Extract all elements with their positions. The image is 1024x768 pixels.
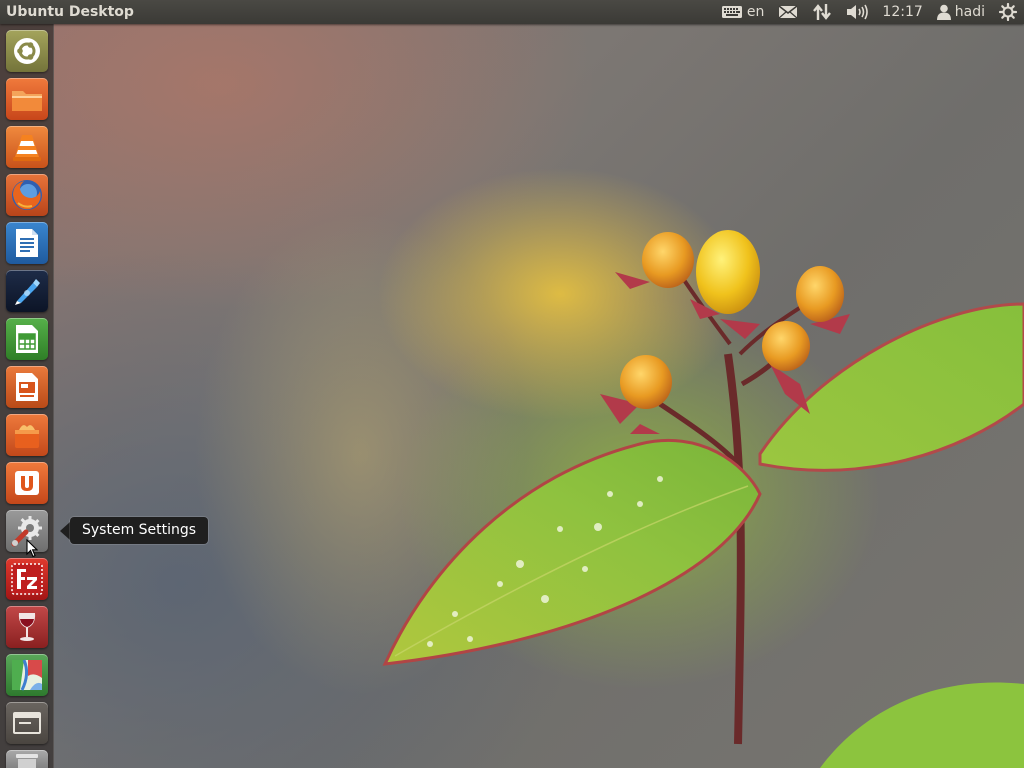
map-icon <box>10 658 44 692</box>
writer-document-icon <box>13 227 41 259</box>
filezilla-icon <box>10 562 44 596</box>
power-gear-icon <box>999 3 1017 21</box>
user-name: hadi <box>954 4 985 20</box>
launcher-filezilla[interactable] <box>6 558 48 600</box>
top-panel: Ubuntu Desktop en 12:17 hadi <box>0 0 1024 24</box>
trash-icon <box>14 752 40 768</box>
clock-time: 12:17 <box>882 4 923 20</box>
launcher-libreoffice-calc[interactable] <box>6 318 48 360</box>
folder-icon <box>10 85 44 113</box>
desktop-wallpaper <box>0 24 1024 768</box>
launcher-files[interactable] <box>6 78 48 120</box>
messaging-indicator[interactable] <box>771 0 805 24</box>
blue-pen-icon <box>11 275 43 307</box>
workspace-icon <box>12 711 42 735</box>
sound-indicator[interactable] <box>839 0 875 24</box>
software-center-icon <box>12 468 42 498</box>
orange-box-icon <box>11 419 43 451</box>
vlc-cone-icon <box>12 131 42 163</box>
calc-spreadsheet-icon <box>13 323 41 355</box>
launcher-libreoffice-writer[interactable] <box>6 222 48 264</box>
tooltip-arrow <box>60 521 70 540</box>
user-indicator[interactable]: hadi <box>930 0 992 24</box>
speaker-volume-icon <box>846 4 869 20</box>
launcher-ubuntu-software-center[interactable] <box>6 462 48 504</box>
session-indicator[interactable] <box>992 0 1024 24</box>
mouse-pointer-icon <box>26 538 39 563</box>
launcher-libreoffice-impress[interactable] <box>6 366 48 408</box>
impress-presentation-icon <box>13 371 41 403</box>
launcher-vlc[interactable] <box>6 126 48 168</box>
user-icon <box>936 4 951 20</box>
ubuntu-logo-icon <box>12 36 42 66</box>
flower-branch-photo <box>382 230 1024 768</box>
unity-launcher <box>0 24 54 768</box>
envelope-icon <box>778 5 798 19</box>
launcher-dash-home[interactable] <box>6 30 48 72</box>
keyboard-layout-label: en <box>746 4 765 20</box>
launcher-trash[interactable] <box>6 750 48 768</box>
indicator-area: en 12:17 hadi <box>714 0 1024 24</box>
launcher-firefox[interactable] <box>6 174 48 216</box>
launcher-maps-app[interactable] <box>6 654 48 696</box>
keyboard-indicator[interactable]: en <box>714 0 772 24</box>
network-indicator[interactable] <box>805 0 839 24</box>
launcher-tooltip: System Settings <box>60 517 209 544</box>
launcher-workspace-switcher[interactable] <box>6 702 48 744</box>
tooltip-text: System Settings <box>70 517 209 544</box>
network-arrows-icon <box>812 3 832 21</box>
launcher-wine[interactable] <box>6 606 48 648</box>
firefox-icon <box>10 178 44 212</box>
panel-title: Ubuntu Desktop <box>6 4 134 20</box>
wine-glass-icon <box>14 610 40 644</box>
clock-indicator[interactable]: 12:17 <box>875 0 929 24</box>
keyboard-icon <box>721 5 743 19</box>
launcher-ide[interactable] <box>6 270 48 312</box>
launcher-software-app[interactable] <box>6 414 48 456</box>
